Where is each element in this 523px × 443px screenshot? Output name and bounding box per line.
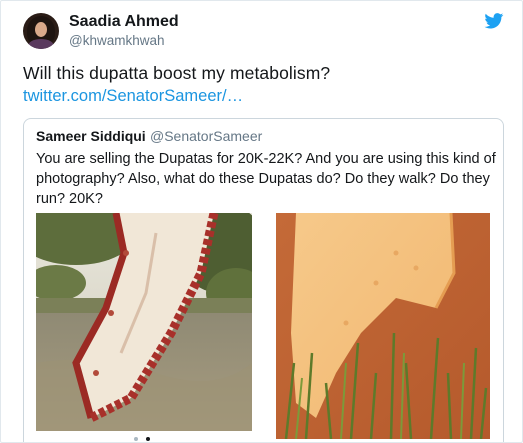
avatar-face [35,22,47,37]
tweet-text: Will this dupatta boost my metabolism? [23,63,331,83]
quoted-tweet[interactable]: Sameer Siddiqui @SenatorSameer You are s… [23,118,504,442]
quoted-tweet-text: You are selling the Dupatas for 20K-22K?… [36,151,496,207]
carousel-dot-2[interactable] [146,437,150,441]
quoted-tweet-link[interactable]: twitter.com/SenatorSameer/… [23,87,243,106]
dupatta-outdoor-photo[interactable] [36,213,252,431]
quoted-author-name[interactable]: Sameer Siddiqui [36,128,146,144]
photo-2-illustration [276,213,490,439]
dupatta-orange-photo[interactable] [276,213,490,439]
author-name[interactable]: Saadia Ahmed [69,13,179,31]
author-handle[interactable]: @khwamkhwah [69,33,165,48]
carousel-indicator[interactable] [134,437,164,442]
tweet-card[interactable]: Saadia Ahmed @khwamkhwah Will this dupat… [0,0,523,443]
avatar[interactable] [23,13,59,49]
photo-1-illustration [36,213,252,431]
carousel-dot-1[interactable] [134,437,138,441]
avatar-shirt [28,39,54,49]
twitter-bird-icon[interactable] [484,13,504,29]
quoted-author-handle[interactable]: @SenatorSameer [150,128,262,144]
